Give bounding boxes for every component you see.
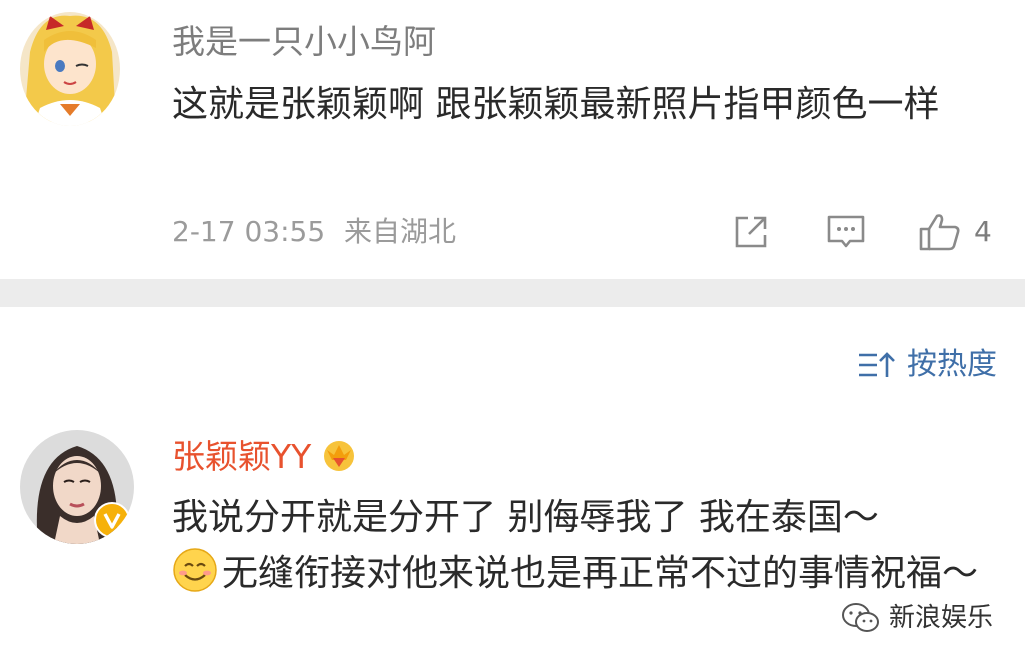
- comment-time: 2-17 03:55: [172, 215, 326, 248]
- comment-text-line1: 我说分开就是分开了 别侮辱我了 我在泰国～: [172, 497, 879, 538]
- sort-label: 按热度: [907, 347, 997, 382]
- comment-location: 来自湖北: [344, 215, 457, 248]
- share-button[interactable]: [732, 212, 770, 252]
- user-avatar[interactable]: [20, 430, 134, 544]
- username[interactable]: 张颖颖YY: [172, 436, 359, 481]
- crown-vip-icon: [319, 436, 359, 481]
- comment-text: 这就是张颖颖啊 跟张颖颖最新照片指甲颜色一样: [172, 84, 940, 125]
- smile-emoji-icon: [173, 548, 217, 592]
- like-button[interactable]: 4: [918, 212, 992, 252]
- comment-item: 我是一只小小鸟阿 这就是张颖颖啊 跟张颖颖最新照片指甲颜色一样 2-17 03:…: [0, 0, 1025, 279]
- sort-by-hot-button[interactable]: 按热度: [857, 345, 997, 385]
- user-avatar[interactable]: [20, 12, 120, 126]
- wechat-icon: [841, 603, 879, 632]
- thumbs-up-icon: [919, 214, 960, 251]
- comment-icon: [827, 215, 865, 248]
- sort-bar: 按热度: [0, 307, 1025, 417]
- verified-badge: [94, 502, 130, 538]
- like-count: 4: [974, 215, 992, 248]
- comment-meta: 2-17 03:55 来自湖北: [172, 212, 456, 252]
- anime-girl-avatar-icon: [20, 12, 120, 126]
- watermark: 新浪娱乐: [841, 598, 993, 638]
- share-icon: [735, 216, 767, 248]
- sort-icon: [859, 352, 895, 377]
- comment-text-line2: 无缝衔接对他来说也是再正常不过的事情祝福～: [222, 553, 979, 594]
- reply-button[interactable]: [826, 212, 866, 252]
- watermark-text: 新浪娱乐: [888, 603, 993, 633]
- section-divider: [0, 279, 1025, 307]
- comment-text: 我说分开就是分开了 别侮辱我了 我在泰国～ 无缝衔接对他来说也是再正常不过的事情…: [172, 490, 992, 602]
- username-text: 张颖颖YY: [172, 437, 312, 476]
- username[interactable]: 我是一只小小鸟阿: [172, 22, 436, 62]
- verified-v-icon: [103, 513, 121, 529]
